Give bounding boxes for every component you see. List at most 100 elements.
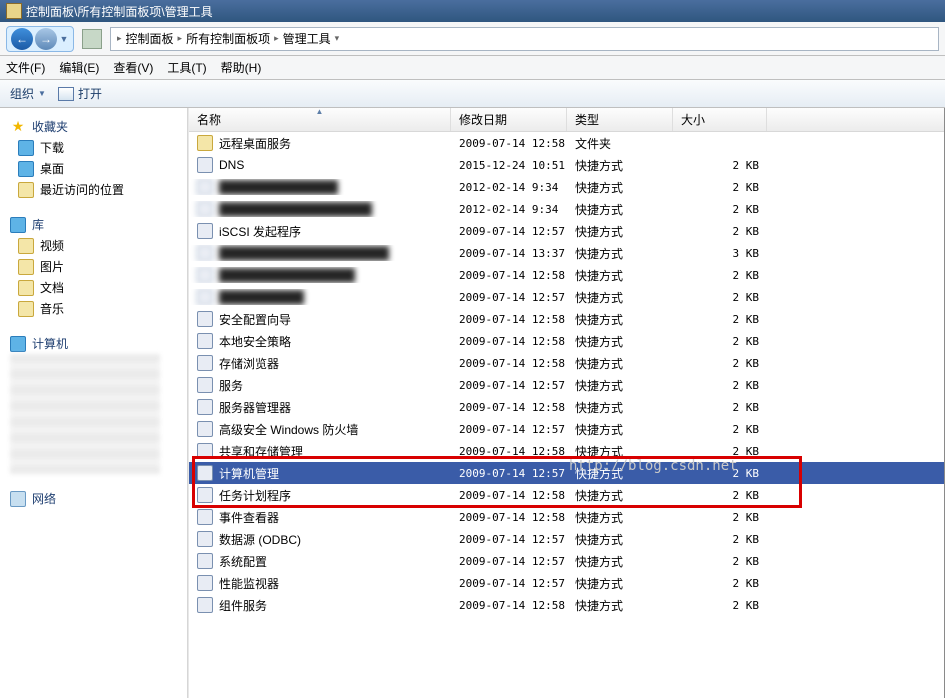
sidebar-item-video[interactable]: 视频: [0, 235, 187, 256]
network-icon: [10, 491, 26, 507]
forward-button[interactable]: →: [35, 28, 57, 50]
file-row[interactable]: 数据源 (ODBC)2009-07-14 12:57快捷方式2 KB: [189, 528, 944, 550]
shortcut-icon: [197, 179, 213, 195]
file-name-label: 任务计划程序: [219, 487, 291, 504]
file-size-cell: 2 KB: [673, 489, 767, 502]
sidebar-item-desktop[interactable]: 桌面: [0, 158, 187, 179]
menu-tools[interactable]: 工具(T): [167, 59, 206, 76]
column-header-date[interactable]: 修改日期: [451, 108, 567, 131]
file-name-label: 共享和存储管理: [219, 443, 303, 460]
open-button[interactable]: 打开: [58, 85, 102, 102]
column-header-name[interactable]: 名称▲: [189, 108, 451, 131]
shortcut-icon: [197, 421, 213, 437]
file-row[interactable]: 存储浏览器2009-07-14 12:58快捷方式2 KB: [189, 352, 944, 374]
file-row[interactable]: 组件服务2009-07-14 12:58快捷方式2 KB: [189, 594, 944, 616]
file-date-cell: 2012-02-14 9:34: [451, 181, 567, 194]
file-row[interactable]: DNS2015-12-24 10:51快捷方式2 KB: [189, 154, 944, 176]
file-name-label: 数据源 (ODBC): [219, 531, 301, 548]
file-type-cell: 快捷方式: [567, 223, 673, 240]
file-date-cell: 2009-07-14 12:57: [451, 467, 567, 480]
shortcut-icon: [197, 377, 213, 393]
file-row[interactable]: 性能监视器2009-07-14 12:57快捷方式2 KB: [189, 572, 944, 594]
file-row[interactable]: 事件查看器2009-07-14 12:58快捷方式2 KB: [189, 506, 944, 528]
file-name-cell: 性能监视器: [189, 575, 451, 592]
file-size-cell: 2 KB: [673, 225, 767, 238]
sidebar-computer-header[interactable]: 计算机: [0, 333, 187, 354]
file-row[interactable]: ██████████2009-07-14 12:57快捷方式2 KB: [189, 286, 944, 308]
toolbar: 组织 ▼ 打开: [0, 80, 945, 108]
file-size-cell: 2 KB: [673, 269, 767, 282]
file-type-cell: 快捷方式: [567, 333, 673, 350]
file-date-cell: 2009-07-14 12:57: [451, 423, 567, 436]
nav-history-dropdown[interactable]: ▼: [58, 34, 70, 44]
breadcrumb-item[interactable]: 管理工具 ▾: [283, 30, 340, 47]
file-row[interactable]: 计算机管理2009-07-14 12:57快捷方式2 KB: [189, 462, 944, 484]
organize-button[interactable]: 组织 ▼: [10, 85, 46, 102]
sidebar-favorites-header[interactable]: ★收藏夹: [0, 116, 187, 137]
file-size-cell: 2 KB: [673, 401, 767, 414]
menu-file[interactable]: 文件(F): [6, 59, 45, 76]
sidebar-item-downloads[interactable]: 下载: [0, 137, 187, 158]
sort-indicator-icon: ▲: [316, 107, 324, 116]
pictures-icon: [18, 259, 34, 275]
video-icon: [18, 238, 34, 254]
sidebar-libraries-header[interactable]: 库: [0, 214, 187, 235]
file-size-cell: 3 KB: [673, 247, 767, 260]
file-size-cell: 2 KB: [673, 577, 767, 590]
file-row[interactable]: ████████████████2009-07-14 12:58快捷方式2 KB: [189, 264, 944, 286]
file-row[interactable]: 远程桌面服务2009-07-14 12:58文件夹: [189, 132, 944, 154]
control-panel-icon: [6, 3, 22, 19]
file-row[interactable]: 安全配置向导2009-07-14 12:58快捷方式2 KB: [189, 308, 944, 330]
file-row[interactable]: 任务计划程序2009-07-14 12:58快捷方式2 KB: [189, 484, 944, 506]
file-row[interactable]: 共享和存储管理2009-07-14 12:58快捷方式2 KB: [189, 440, 944, 462]
shortcut-icon: [197, 355, 213, 371]
file-name-label: ██████████████████: [219, 202, 372, 216]
file-row[interactable]: 高级安全 Windows 防火墙2009-07-14 12:57快捷方式2 KB: [189, 418, 944, 440]
file-date-cell: 2009-07-14 13:37: [451, 247, 567, 260]
desktop-icon: [18, 161, 34, 177]
file-size-cell: 2 KB: [673, 599, 767, 612]
sidebar-item-music[interactable]: 音乐: [0, 298, 187, 319]
menu-edit[interactable]: 编辑(E): [59, 59, 99, 76]
file-name-cell: 计算机管理: [189, 465, 451, 482]
file-name-cell: ██████████████: [189, 179, 451, 195]
file-row[interactable]: 本地安全策略2009-07-14 12:58快捷方式2 KB: [189, 330, 944, 352]
menu-help[interactable]: 帮助(H): [221, 59, 262, 76]
sidebar-network-header[interactable]: 网络: [0, 488, 187, 509]
file-name-label: 本地安全策略: [219, 333, 291, 350]
file-row[interactable]: 服务2009-07-14 12:57快捷方式2 KB: [189, 374, 944, 396]
file-row[interactable]: iSCSI 发起程序2009-07-14 12:57快捷方式2 KB: [189, 220, 944, 242]
library-icon: [10, 217, 26, 233]
back-button[interactable]: ←: [11, 28, 33, 50]
sidebar-item-recent[interactable]: 最近访问的位置: [0, 179, 187, 200]
file-row[interactable]: 系统配置2009-07-14 12:57快捷方式2 KB: [189, 550, 944, 572]
breadcrumb-item[interactable]: 所有控制面板项 ▸: [186, 30, 279, 47]
column-header-size[interactable]: 大小: [673, 108, 767, 131]
file-size-cell: 2 KB: [673, 335, 767, 348]
file-row[interactable]: ████████████████████2009-07-14 13:37快捷方式…: [189, 242, 944, 264]
file-date-cell: 2012-02-14 9:34: [451, 203, 567, 216]
file-type-cell: 快捷方式: [567, 355, 673, 372]
navigation-bar: ← → ▼ ▸ 控制面板 ▸ 所有控制面板项 ▸ 管理工具 ▾: [0, 22, 945, 56]
file-date-cell: 2009-07-14 12:58: [451, 511, 567, 524]
sidebar-item-pictures[interactable]: 图片: [0, 256, 187, 277]
breadcrumb[interactable]: ▸ 控制面板 ▸ 所有控制面板项 ▸ 管理工具 ▾: [110, 27, 939, 51]
file-type-cell: 文件夹: [567, 135, 673, 152]
shortcut-icon: [197, 157, 213, 173]
file-row[interactable]: ██████████████2012-02-14 9:34快捷方式2 KB: [189, 176, 944, 198]
file-type-cell: 快捷方式: [567, 399, 673, 416]
file-name-cell: 安全配置向导: [189, 311, 451, 328]
menu-view[interactable]: 查看(V): [113, 59, 153, 76]
shortcut-icon: [197, 333, 213, 349]
sidebar-item-documents[interactable]: 文档: [0, 277, 187, 298]
breadcrumb-item[interactable]: 控制面板 ▸: [126, 30, 183, 47]
file-size-cell: 2 KB: [673, 181, 767, 194]
column-header-type[interactable]: 类型: [567, 108, 673, 131]
file-row[interactable]: ██████████████████2012-02-14 9:34快捷方式2 K…: [189, 198, 944, 220]
shortcut-icon: [197, 487, 213, 503]
file-name-cell: ██████████: [189, 289, 451, 305]
computer-icon: [10, 336, 26, 352]
shortcut-icon: [197, 443, 213, 459]
file-row[interactable]: 服务器管理器2009-07-14 12:58快捷方式2 KB: [189, 396, 944, 418]
music-icon: [18, 301, 34, 317]
